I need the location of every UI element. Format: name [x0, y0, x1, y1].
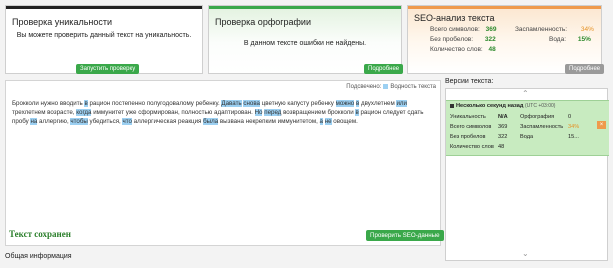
- seo-water-label: Вода:: [549, 36, 567, 43]
- spelling-message: В данном тексте ошибки не найдены.: [243, 40, 367, 47]
- version-card[interactable]: Несколько секунд назад (UTC +03:00) Уник…: [446, 100, 609, 156]
- text-fragment: рацион постепенно полугодовалому ребенку…: [87, 100, 222, 107]
- version-water-row: Вода 15...: [520, 134, 579, 140]
- text-fragment: двухлетнем: [359, 100, 397, 107]
- version-no-spaces-row: Без пробелов 322: [450, 134, 507, 140]
- seo-spam-row: Заспамленность: 34%: [515, 26, 594, 33]
- seo-spam-label: Заспамленность:: [515, 26, 568, 33]
- text-fragment: трехлетнем возрасте,: [12, 109, 77, 116]
- seo-spam-value: 34%: [580, 26, 594, 33]
- seo-title: SEO-анализ текста: [414, 13, 495, 23]
- highlighted-word: была: [203, 118, 219, 125]
- version-total-chars-row: Всего символов 369: [450, 124, 507, 130]
- seo-panel-accent: [408, 6, 601, 9]
- seo-no-spaces-label: Без пробелов:: [430, 36, 474, 43]
- versions-title: Версии текста:: [445, 78, 494, 85]
- version-uniqueness-label: Уникальность: [450, 114, 486, 120]
- versions-panel: ⌃ Несколько секунд назад (UTC +03:00) Ун…: [445, 88, 609, 261]
- text-fragment: возвращением брокколи: [281, 109, 356, 116]
- version-spelling-row: Орфография 0: [520, 114, 571, 120]
- seo-total-chars-value: 369: [485, 26, 497, 33]
- version-uniqueness-row: Уникальность N/A: [450, 114, 508, 120]
- uniqueness-panel: Проверка уникальности Вы можете проверит…: [5, 5, 203, 74]
- text-fragment: вызвана некрепким иммунитетом,: [218, 118, 320, 125]
- text-fragment: аллергическая реакция: [131, 118, 204, 125]
- version-timezone: (UTC +03:00): [525, 103, 556, 109]
- uniqueness-title: Проверка уникальности: [12, 17, 113, 27]
- version-word-count-row: Количество слов 48: [450, 144, 504, 150]
- text-fragment: иммунитет уже сформирован, полностью ада…: [91, 109, 255, 116]
- seo-water-value: 15%: [577, 36, 591, 43]
- seo-total-chars-label: Всего символов:: [430, 26, 480, 33]
- text-fragment: овощем.: [331, 118, 358, 125]
- highlighted-word: что: [122, 118, 132, 125]
- seo-no-spaces-row: Без пробелов: 322: [430, 36, 496, 43]
- scroll-up-chevron-icon[interactable]: ⌃: [522, 89, 529, 98]
- version-total-chars-label: Всего символов: [450, 124, 492, 130]
- spelling-panel-accent: [209, 6, 401, 9]
- highlight-legend-prefix: Подсвечено:: [346, 84, 382, 91]
- version-water-label: Вода: [520, 134, 534, 140]
- highlighted-word: не: [324, 118, 332, 125]
- highlight-legend-label: Водность текста: [390, 84, 436, 91]
- highlighted-word: снова: [243, 100, 260, 107]
- version-card-header: Несколько секунд назад (UTC +03:00): [450, 103, 555, 109]
- highlighted-word: или: [396, 100, 407, 107]
- version-no-spaces-value: 322: [498, 134, 508, 140]
- text-editor[interactable]: Подсвечено: Водность текста Брокколи нужн…: [5, 80, 441, 246]
- version-time: Несколько секунд назад: [456, 103, 524, 109]
- version-spam-value: 34%: [568, 124, 580, 130]
- spelling-details-button[interactable]: Подробнее: [364, 64, 404, 74]
- highlighted-word: перед: [264, 109, 282, 116]
- text-fragment: убедиться,: [87, 118, 123, 125]
- version-spam-row: Заспамленность 34%: [520, 124, 579, 130]
- version-spelling-value: 0: [568, 114, 572, 120]
- check-seo-data-button[interactable]: Проверить SEO-данные: [366, 230, 444, 241]
- highlight-legend: Подсвечено: Водность текста: [346, 84, 436, 90]
- spelling-title: Проверка орфографии: [215, 17, 311, 27]
- uniqueness-message: Вы можете проверить данный текст на уник…: [16, 32, 192, 39]
- seo-word-count-value: 48: [488, 46, 496, 53]
- highlight-swatch-icon: [383, 84, 389, 89]
- seo-details-button[interactable]: Подробнее: [565, 64, 605, 74]
- editor-text[interactable]: Брокколи нужно вводить в рацион постепен…: [12, 99, 436, 126]
- seo-word-count-row: Количество слов: 48: [430, 46, 496, 53]
- highlighted-word: Давать: [221, 100, 242, 107]
- general-info-heading: Общая информация: [5, 253, 72, 260]
- version-spam-label: Заспамленность: [520, 124, 564, 130]
- scroll-down-chevron-icon[interactable]: ⌄: [522, 249, 529, 258]
- seo-word-count-label: Количество слов:: [430, 46, 483, 53]
- version-spelling-label: Орфография: [520, 114, 555, 120]
- highlighted-word: когда: [76, 109, 92, 116]
- run-uniqueness-check-button[interactable]: Запустить проверку: [76, 64, 140, 74]
- text-fragment: Брокколи нужно вводить: [12, 100, 85, 107]
- seo-no-spaces-value: 322: [484, 36, 496, 43]
- seo-water-row: Вода: 15%: [515, 36, 591, 43]
- seo-total-chars-row: Всего символов: 369: [430, 26, 496, 33]
- version-water-value: 15...: [568, 134, 579, 140]
- version-word-count-label: Количество слов: [450, 144, 494, 150]
- highlighted-word: можно: [335, 100, 355, 107]
- seo-panel: SEO-анализ текста Всего символов: 369 Бе…: [407, 5, 605, 74]
- version-word-count-value: 48: [498, 144, 505, 150]
- lock-icon: [450, 103, 454, 108]
- version-total-chars-value: 369: [498, 124, 508, 130]
- saved-status: Текст сохранен: [9, 229, 71, 239]
- uniqueness-panel-accent: [6, 6, 202, 9]
- spelling-panel: Проверка орфографии В данном тексте ошиб…: [208, 5, 404, 74]
- delete-version-close-icon[interactable]: ×: [597, 121, 606, 129]
- text-fragment: аллергию,: [37, 118, 71, 125]
- highlighted-word: чтобы: [70, 118, 88, 125]
- version-uniqueness-value: N/A: [498, 114, 508, 120]
- text-fragment: цветную капусту ребенку: [260, 100, 336, 107]
- version-no-spaces-label: Без пробелов: [450, 134, 486, 140]
